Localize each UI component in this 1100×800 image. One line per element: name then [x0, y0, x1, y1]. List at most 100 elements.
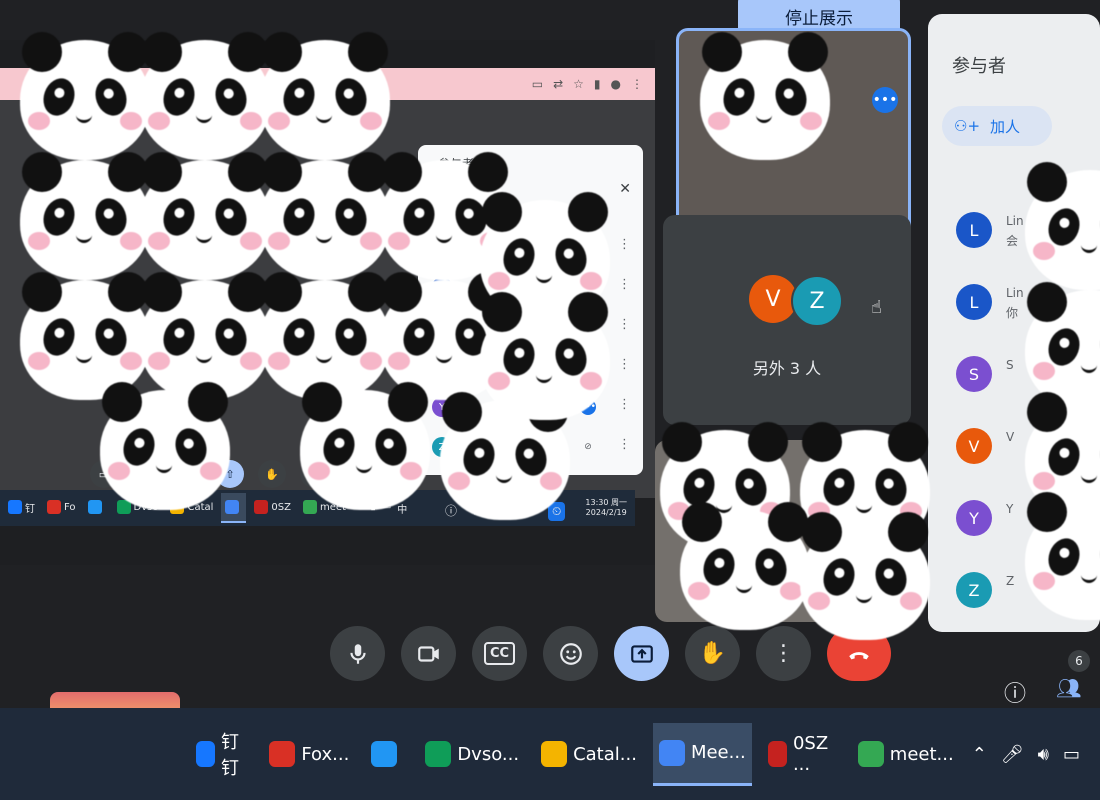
- taskbar-item[interactable]: Mee...: [652, 722, 752, 786]
- presented-lock-icon: 🔒︎: [525, 502, 532, 516]
- translate-icon: [371, 741, 398, 767]
- presented-participants-panel: 参与者 ⚇+ 加人 ✕ L ••• ⋮ L ⊘ ⋮ S ••• ⋮ V ⊘ ⋮ Y ••• ⋮ Z ⊘ ⋮: [418, 145, 643, 475]
- foxit-icon: [269, 741, 296, 767]
- presented-participant-row: S ••• ⋮: [432, 317, 632, 339]
- participant-row[interactable]: SS: [956, 356, 1096, 396]
- taskbar-item[interactable]: Catal...: [535, 724, 643, 784]
- profile-icon: ●: [610, 77, 621, 91]
- more-options-button[interactable]: ⋮: [756, 626, 811, 681]
- presented-app-icon: [302, 500, 317, 514]
- taskbar-item[interactable]: [365, 724, 409, 784]
- presented-speaking-icon: •••: [580, 399, 596, 415]
- screen-share-icon: ▭: [531, 77, 544, 91]
- presented-taskbar-item: Catal: [166, 493, 217, 521]
- people-count-badge: 6: [1068, 650, 1090, 672]
- raise-hand-button[interactable]: ✋: [685, 626, 740, 681]
- presented-row-more-icon: ⋮: [618, 237, 631, 252]
- presented-taskbar-item: Dvso: [113, 493, 163, 521]
- participant-avatar: L: [956, 284, 992, 320]
- others-tile[interactable]: V Z 另外 3 人 ☝: [663, 215, 911, 425]
- info-icon: ⓘ: [1004, 682, 1027, 707]
- participant-row[interactable]: VV: [956, 428, 1096, 468]
- participant-row[interactable]: ZZ: [956, 572, 1096, 612]
- participant-avatar: Y: [956, 500, 992, 536]
- add-person-icon: ⚇+: [438, 186, 461, 199]
- participants-panel-title: 参与者: [952, 56, 1006, 77]
- presented-taskbar-label: Dvso: [133, 501, 159, 513]
- wps-icon: [767, 741, 787, 767]
- chrome-icon: [658, 739, 685, 766]
- presented-clock-date: 2024/2/19: [585, 508, 627, 517]
- cursor-hand-icon: ☝: [871, 297, 882, 318]
- participant-avatar: L: [956, 212, 992, 248]
- sidebar-icon: ▮: [593, 77, 601, 91]
- camera-video-tile[interactable]: [655, 440, 911, 622]
- presented-activities-icon: △: [500, 502, 510, 516]
- meeting-info-button[interactable]: ⓘ: [1004, 676, 1026, 708]
- microphone-button[interactable]: [330, 626, 385, 681]
- presented-emoji-icon: ☺: [174, 460, 202, 488]
- participant-row[interactable]: YY: [956, 500, 1096, 540]
- presented-system-tray: ^ ▮ ▭ 中: [356, 501, 407, 516]
- presented-speaking-icon: •••: [580, 319, 596, 335]
- presented-participant-row: L ⊘ ⋮: [432, 277, 632, 299]
- presented-clock: 13:30 周一 2024/2/19: [585, 498, 635, 518]
- presented-row-more-icon: ⋮: [618, 357, 631, 372]
- presented-participant-avatar: Y: [432, 397, 452, 417]
- presented-taskbar-item: [221, 493, 247, 523]
- leave-call-button[interactable]: [827, 626, 891, 681]
- people-icon: 👥︎: [1056, 676, 1082, 700]
- volume-icon[interactable]: 🔊︎: [1038, 744, 1049, 765]
- people-button[interactable]: 👥︎: [1056, 676, 1081, 700]
- taskbar-item[interactable]: 钉钉: [190, 724, 253, 784]
- presented-app-icon: [170, 500, 185, 514]
- presented-participant-row: Z ⊘ ⋮: [432, 437, 632, 459]
- presented-camera-icon: ▭: [90, 460, 118, 488]
- presented-participant-row: L ••• ⋮: [432, 237, 632, 259]
- battery-icon[interactable]: ▭: [1063, 744, 1080, 765]
- captions-button[interactable]: CC: [472, 626, 527, 681]
- presented-row-more-icon: ⋮: [618, 277, 631, 292]
- presented-mic-icon: ▮: [370, 500, 376, 512]
- presented-app-icon: [116, 500, 131, 514]
- participant-name: S: [1006, 358, 1014, 372]
- camera-icon: [417, 645, 439, 662]
- add-person-icon: ⚇+: [954, 117, 981, 135]
- emoji-reaction-button[interactable]: [543, 626, 598, 681]
- self-video-tile[interactable]: •••: [676, 28, 911, 236]
- presented-participant-row: Y ••• ⋮: [432, 397, 632, 419]
- taskbar-item[interactable]: Dvso...: [419, 724, 525, 784]
- add-people-label: 加人: [990, 117, 1021, 136]
- participants-panel: 参与者 ⚇+ 加人 L Lin 会 L Lin 你 S S V V Y Y Z Z: [928, 14, 1100, 632]
- add-people-button[interactable]: ⚇+ 加人: [942, 106, 1052, 146]
- camera-button[interactable]: [401, 626, 456, 681]
- participant-name: Z: [1006, 574, 1015, 588]
- presented-clock-time: 13:30 周一: [585, 498, 627, 507]
- presented-app-icon: [225, 500, 240, 514]
- presented-row-more-icon: ⋮: [618, 397, 631, 412]
- participant-row[interactable]: L Lin 会: [956, 212, 1096, 252]
- presented-captions-icon: CC: [132, 460, 160, 488]
- taskbar-item[interactable]: 0SZ ...: [762, 724, 842, 784]
- taskbar-item[interactable]: Fox...: [263, 724, 355, 784]
- presented-chevron-up-icon: ^: [355, 500, 365, 512]
- presented-row-more-icon: ⋮: [618, 437, 631, 452]
- present-now-button[interactable]: [614, 626, 669, 681]
- presented-taskbar-item: [84, 493, 109, 521]
- microphone-tray-icon[interactable]: 🎤︎: [1001, 744, 1024, 765]
- tile-more-options-button[interactable]: •••: [872, 87, 898, 113]
- presented-taskbar-item: meet: [299, 493, 350, 521]
- shared-screen: ▭ ⇄ ☆ ▮ ● ⋮ 参与者 ⚇+ 加人 ✕ L ••• ⋮ L ⊘ ⋮ S ••• ⋮ V ⊘ ⋮…: [0, 40, 655, 565]
- more-vert-icon: ⋮: [772, 641, 795, 666]
- presented-meet-toolbar: ▭ CC ☺ ⇧ ✋ ⋮ ☎: [90, 460, 380, 488]
- participant-row[interactable]: L Lin 你: [956, 284, 1096, 324]
- chevron-up-icon[interactable]: ⌃: [972, 744, 987, 765]
- presented-participant-avatar: L: [432, 277, 452, 297]
- presented-taskbar-label: 钉: [25, 503, 35, 515]
- taskbar-item[interactable]: meet...: [852, 724, 960, 784]
- presented-app-icon: [47, 500, 61, 514]
- taskbar-item-label: meet...: [889, 743, 954, 765]
- chrome-icon: [857, 741, 884, 767]
- system-tray: ⌃ 🎤︎ 🔊︎ ▭: [972, 744, 1100, 765]
- presented-taskbar-item: Fo: [43, 493, 80, 521]
